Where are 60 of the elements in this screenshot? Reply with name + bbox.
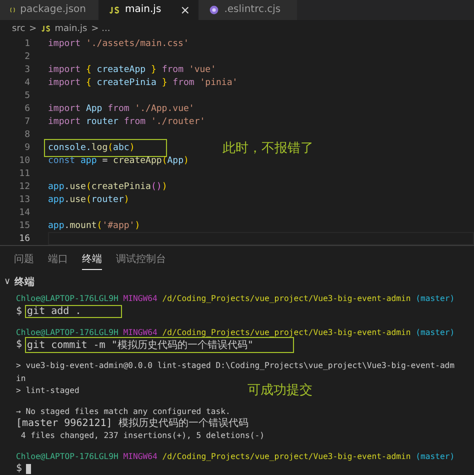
js-file-icon [40,25,51,32]
line-number: 2 [24,52,31,62]
line-number: 7 [24,116,31,126]
line-number: 9 [24,142,31,152]
prompt-line: Chloe@LAPTOP-176LGL9H MINGW64 /d/Coding_Projects/vue_project/Vue3-big-event-admin (master) [16,450,455,460]
js-file-icon [109,6,120,14]
section-title[interactable]: 终端 [14,275,35,289]
line-number: 15 [18,220,31,230]
line-number: 14 [18,208,31,218]
output-line: [master 9962121] 模拟历史代码的一个错误代码 [16,416,248,430]
prompt-symbol: $ [16,339,22,350]
code-line: app.use(router) [48,194,130,204]
code-line: import App from './App.vue' [48,104,194,114]
code-line: import './assets/main.css' [48,38,189,48]
editor-tab[interactable]: .eslintrc.cjs [199,0,298,20]
prompt-line: Chloe@LAPTOP-176LGL9H MINGW64 /d/Coding_Projects/vue_project/Vue3-big-event-admin (master) [16,326,455,336]
output-line: > lint-staged [16,385,80,396]
chevron-icon[interactable]: ∨ [4,277,11,287]
code-line: import router from './router' [48,116,206,126]
command-text: git commit -m "模拟历史代码的一个错误代码" [26,338,294,352]
breadcrumb-more[interactable]: > ... [91,24,110,34]
annotation: 可成功提交 [247,382,312,400]
panel-tab[interactable]: 调试控制台 [116,252,166,270]
line-number: 4 [24,78,31,88]
code-line: app.use(createPinia()) [48,182,168,192]
output-line: → No staged files match any configured task. [16,406,230,416]
line-number: 5 [24,90,31,100]
line-number: 11 [18,168,31,178]
code-line: import { createPinia } from 'pinia' [48,78,238,88]
line-number: 13 [18,194,31,204]
close-icon[interactable]: × [180,2,190,17]
editor-tab[interactable]: package.json [0,0,99,20]
output-line: > vue3-big-event-admin@0.0.0 lint-staged D:\Coding_Projects\vue_project\Vue3-big-event-adm [16,360,455,370]
text-cursor [26,464,32,474]
panel-tab[interactable]: 问题 [14,252,34,270]
prompt-symbol: $ [16,463,22,474]
breadcrumb-separator: > [29,24,37,34]
editor-tab[interactable]: main.js × [99,0,200,20]
breadcrumb-file[interactable]: main.js [54,24,88,34]
command-text: git add . [26,306,122,316]
panel-tab[interactable]: 端口 [48,252,68,270]
breadcrumb-folder[interactable]: src [12,24,26,34]
code-line: app.mount('#app') [48,220,140,230]
braces-icon [10,4,16,15]
code-line: const app = createApp(App) [48,156,189,166]
line-number: 10 [18,156,31,166]
prompt-symbol: $ [16,306,22,316]
output-line: 4 files changed, 237 insertions(+), 5 deletions(-) [20,430,265,440]
line-number: 1 [24,38,31,48]
line-number: 8 [24,130,31,140]
circle-icon [209,4,220,15]
code-line: import { createApp } from 'vue' [48,64,216,74]
line-number: 12 [18,182,31,192]
line-number: 16 [18,234,31,244]
output-line: in [16,372,26,383]
line-number: 3 [24,64,31,74]
annotation: 此时，不报错了 [222,140,314,156]
panel-tab[interactable]: 终端 [82,252,102,270]
prompt-line: Chloe@LAPTOP-176LGL9H MINGW64 /d/Coding_Projects/vue_project/Vue3-big-event-admin (master) [16,293,455,303]
line-number: 6 [24,104,31,114]
